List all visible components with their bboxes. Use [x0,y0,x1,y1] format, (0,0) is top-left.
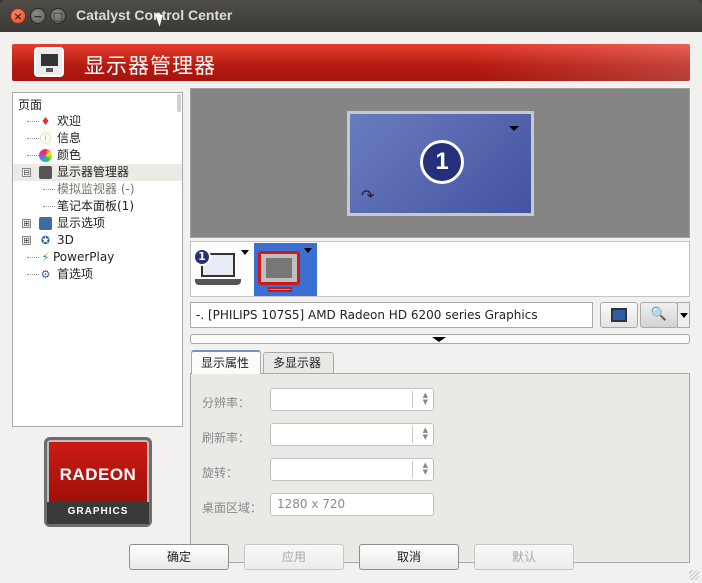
identify-magnifier-icon: 🔍 [650,307,668,322]
logo-radeon-text: RADEON [59,465,137,484]
tree-item-3d[interactable]: ⊞ ✪ 3D [13,232,182,249]
display-crt-monitor[interactable] [254,243,317,296]
display-manager-icon [34,47,64,77]
navigation-tree: 页面 ♦ 欢迎 ⓘ 信息 颜色 ⊟ 显示器管理器 模拟监视器 (-) 笔记本面板… [12,92,183,427]
tree-item-label: 颜色 [57,148,82,162]
preferences-icon: ⚙ [40,268,51,281]
tree-items: ♦ 欢迎 ⓘ 信息 颜色 ⊟ 显示器管理器 模拟监视器 (-) 笔记本面板(1)… [13,113,182,283]
tree-line [43,206,55,207]
spinner-arrows-icon[interactable]: ▲ ▼ [423,462,428,476]
tree-item-label: 显示选项 [57,216,106,230]
laptop-base [195,279,241,285]
crt-monitor-icon [258,251,300,285]
collapse-icon[interactable]: ⊟ [22,168,31,177]
spinner-arrows-icon[interactable]: ▲ ▼ [423,392,428,406]
refresh-rate-label: 刷新率： [202,431,251,445]
radeon-graphics-logo: RADEON GRAPHICS [44,437,152,527]
tree-item-powerplay[interactable]: ⚡ PowerPlay [13,249,182,266]
rotation-label: 旋转： [202,466,239,480]
display-notebook-panel[interactable]: 1 [193,245,251,295]
crt-stand [268,287,292,292]
resolution-combo[interactable]: ▲ ▼ [270,388,434,411]
desktop-number-badge: 1 [420,140,464,184]
tree-item-label: PowerPlay [53,250,115,264]
tab-display-properties[interactable]: 显示属性 [191,350,261,374]
tree-item-welcome[interactable]: ♦ 欢迎 [13,113,182,130]
tree-line [27,155,39,156]
logo-bar: GRAPHICS [47,502,149,524]
expand-icon[interactable]: ⊞ [22,236,31,245]
cancel-button[interactable]: 取消 [359,544,459,570]
tree-line [43,189,55,190]
3d-icon: ✪ [40,234,51,247]
tree-item-label: 首选项 [57,267,94,281]
rotation-combo[interactable]: ▲ ▼ [270,458,434,481]
page-banner: 显示器管理器 [12,44,690,81]
display-dropdown-icon[interactable] [241,250,249,255]
desktop-area-field[interactable]: 1280 x 720 [270,493,434,516]
display-dropdown-icon[interactable] [304,248,312,253]
tree-item-display-manager[interactable]: ⊟ 显示器管理器 [13,164,182,181]
desktop-menu-dropdown-icon[interactable] [509,126,519,131]
tree-item-label: 欢迎 [57,114,82,128]
combo-separator [412,461,413,478]
spinner-arrows-icon[interactable]: ▲ ▼ [423,427,428,441]
tree-line [27,257,39,258]
title-bar: × − □ Catalyst Control Center [0,0,702,32]
tree-header: 页面 [18,98,43,112]
tree-line [27,138,39,139]
refresh-rate-combo[interactable]: ▲ ▼ [270,423,434,446]
desktop-area-label: 桌面区域： [202,501,263,515]
color-icon [39,149,52,162]
combo-separator [412,391,413,408]
apply-button[interactable]: 应用 [244,544,344,570]
close-window-button[interactable]: × [10,8,26,24]
detect-displays-icon [611,307,627,322]
tab-multiple-displays[interactable]: 多显示器 [263,352,334,373]
tree-item-color[interactable]: 颜色 [13,147,182,164]
tree-line [27,274,39,275]
tree-scrollbar[interactable] [177,94,181,112]
minimize-window-button[interactable]: − [30,8,46,24]
display-select-field[interactable]: -. [PHILIPS 107S5] AMD Radeon HD 6200 se… [190,302,593,328]
default-button[interactable]: 默认 [474,544,574,570]
display-number-badge: 1 [193,248,211,266]
monitor-icon [39,166,52,179]
main-window: 显示器管理器 页面 ♦ 欢迎 ⓘ 信息 颜色 ⊟ 显示器管理器 模拟监视器 (-… [0,32,702,583]
maximize-window-button[interactable]: □ [50,8,66,24]
expand-icon[interactable]: ⊞ [22,219,31,228]
window-title: Catalyst Control Center [76,7,233,23]
tree-item-preferences[interactable]: ⚙ 首选项 [13,266,182,283]
page-title: 显示器管理器 [84,54,216,78]
ok-button[interactable]: 确定 [129,544,229,570]
combo-separator [412,426,413,443]
resize-grip[interactable] [689,570,699,580]
rotate-arrow-icon[interactable]: ↷ [361,186,374,205]
tree-item-label: 模拟监视器 (-) [57,182,135,196]
tree-item-label: 显示器管理器 [57,165,130,179]
info-icon: ⓘ [40,132,51,145]
tree-item-info[interactable]: ⓘ 信息 [13,130,182,147]
desktop-1[interactable]: 1 ↷ [347,111,534,216]
display-properties-panel: 分辨率： ▲ ▼ 刷新率： ▲ ▼ 旋转： ▲ ▼ 桌面区域： 1280 x 720 [190,373,690,563]
tree-item-analog-monitor[interactable]: 模拟监视器 (-) [13,181,182,198]
resolution-label: 分辨率： [202,396,251,410]
display-actions-dropdown[interactable] [677,302,690,328]
powerplay-icon: ⚡ [41,251,50,264]
logo-graphics-text: GRAPHICS [67,506,129,517]
identify-button[interactable]: 🔍 [640,302,678,328]
welcome-icon: ♦ [40,115,51,128]
display-options-icon [39,217,52,230]
collapse-expander-bar[interactable] [190,334,690,344]
desktop-preview: 1 ↷ [190,88,690,238]
tree-item-display-options[interactable]: ⊞ 显示选项 [13,215,182,232]
tree-item-label: 笔记本面板(1) [57,199,134,213]
tree-item-label: 3D [57,233,74,247]
tree-item-label: 信息 [57,131,82,145]
display-strip: 1 [190,241,690,297]
tree-line [27,121,39,122]
detect-displays-button[interactable] [600,302,638,328]
tree-item-notebook-panel[interactable]: 笔记本面板(1) [13,198,182,215]
